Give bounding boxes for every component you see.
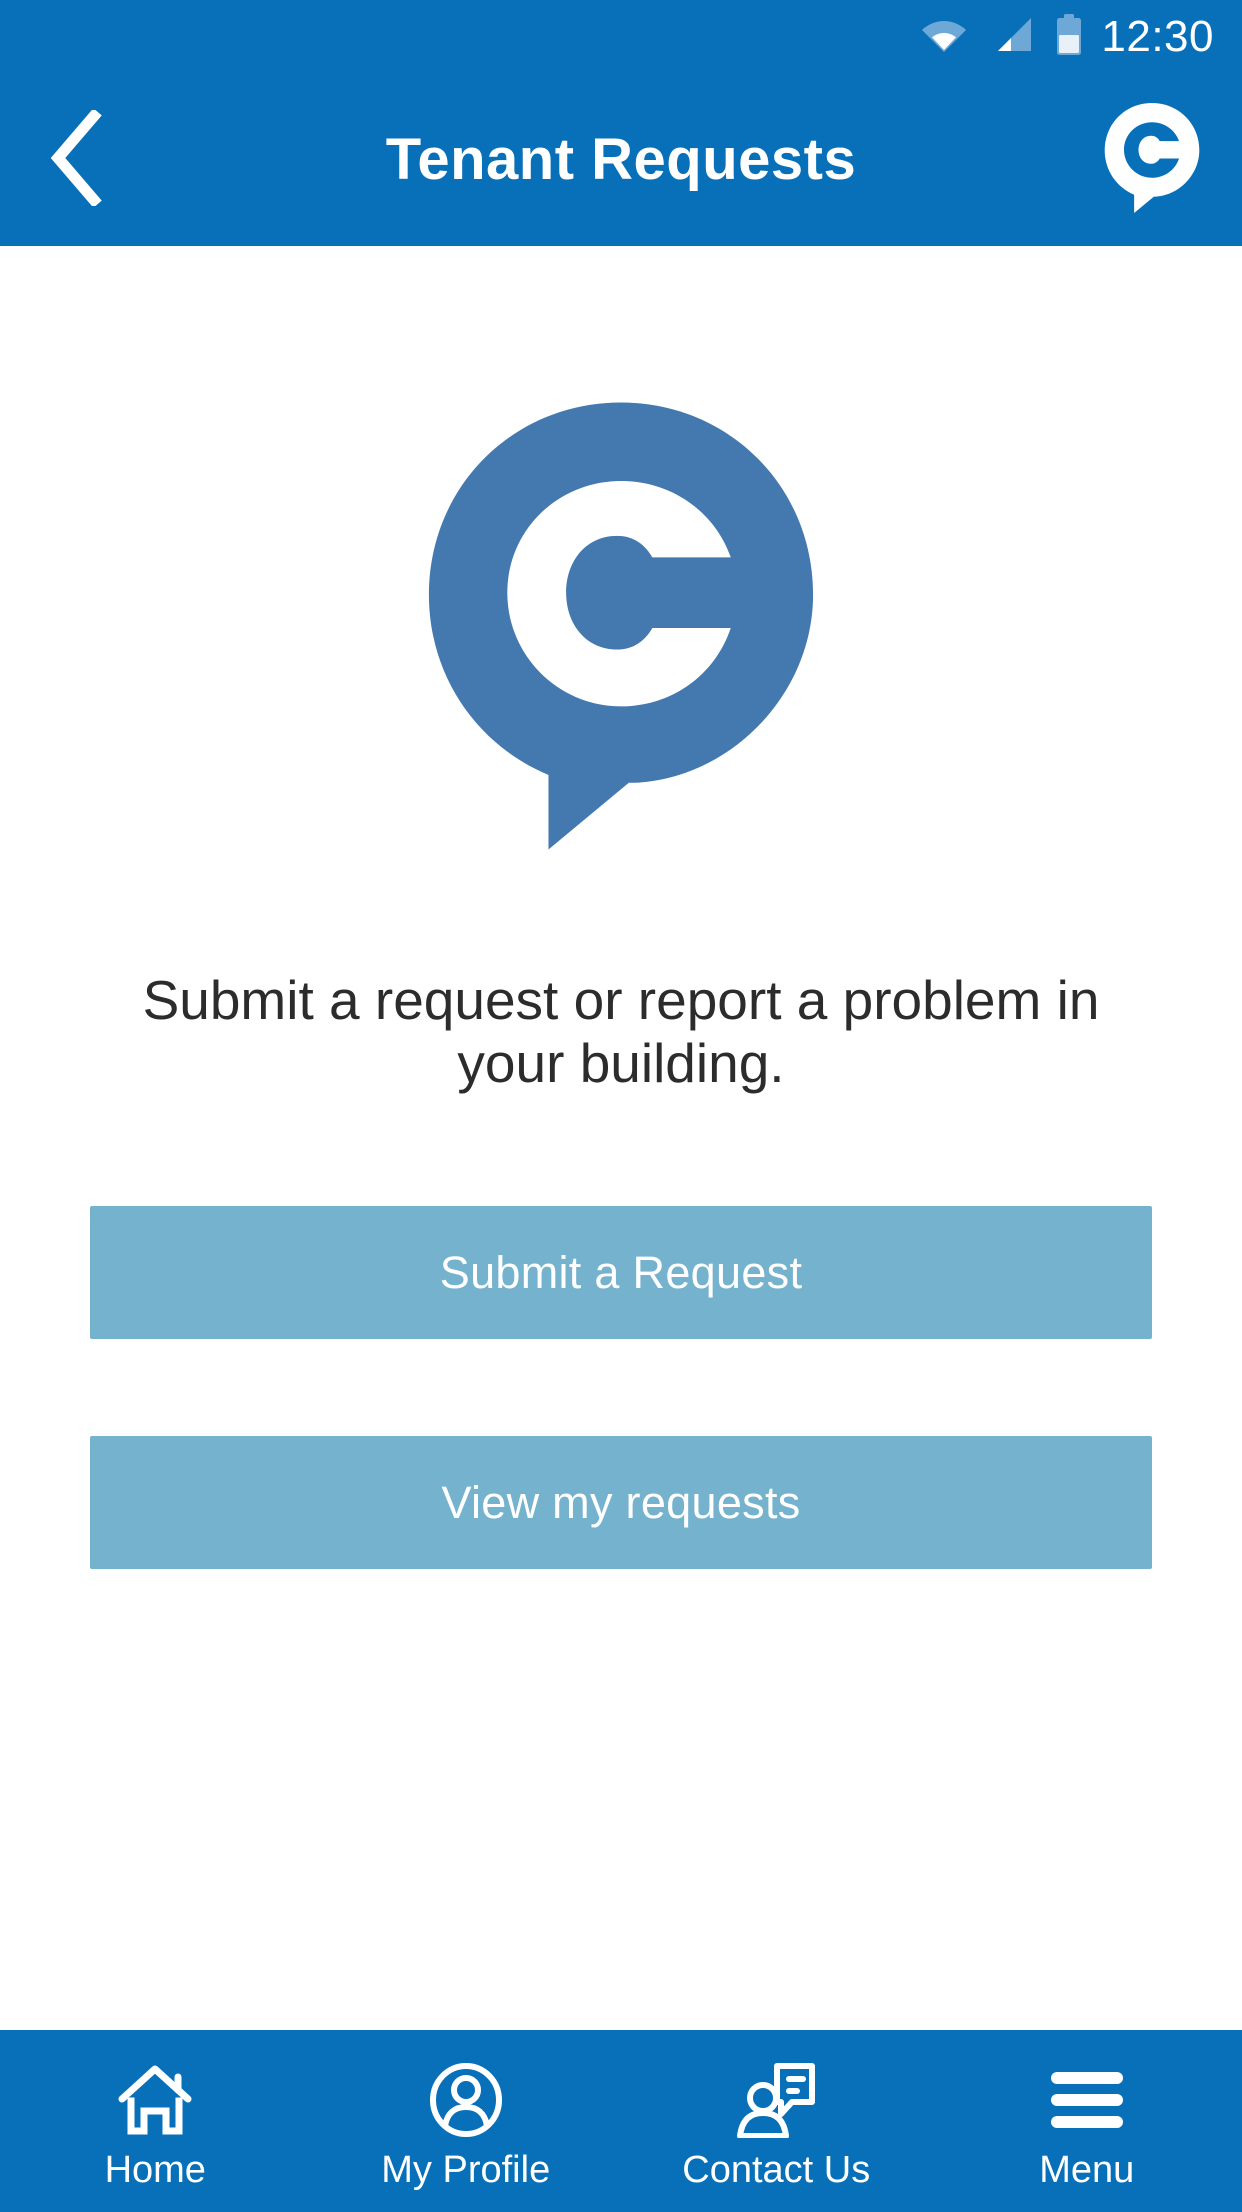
header-logo-button[interactable] [1100, 102, 1204, 219]
chevron-left-icon [46, 107, 108, 211]
page-title: Tenant Requests [385, 127, 857, 192]
person-message-icon [737, 2061, 816, 2139]
nav-item-my-profile[interactable]: My Profile [311, 2030, 622, 2212]
app-logo-icon [425, 391, 817, 861]
view-my-requests-button[interactable]: View my requests [90, 1436, 1152, 1570]
nav-label-menu: Menu [1039, 2149, 1135, 2191]
back-button[interactable] [22, 105, 132, 215]
nav-item-menu[interactable]: Menu [932, 2030, 1242, 2212]
wifi-icon [921, 17, 967, 58]
status-bar-icons [921, 13, 1083, 61]
status-bar: 12:30 [0, 0, 1242, 74]
user-circle-icon [429, 2061, 503, 2139]
nav-label-my-profile: My Profile [381, 2149, 551, 2191]
app-screen: 12:30 Tenant Requests Submit a request o… [0, 0, 1242, 2212]
submit-request-button[interactable]: Submit a Request [90, 1206, 1152, 1340]
tagline-text: Submit a request or report a problem in … [142, 969, 1100, 1094]
cellular-signal-icon [989, 17, 1033, 58]
status-bar-clock: 12:30 [1101, 12, 1214, 61]
action-buttons: Submit a Request View my requests [0, 1206, 1242, 1570]
main-content: Submit a request or report a problem in … [0, 246, 1242, 2030]
nav-item-home[interactable]: Home [0, 2030, 311, 2212]
nav-label-contact-us: Contact Us [682, 2149, 871, 2191]
home-icon [116, 2061, 194, 2139]
app-logo-icon [1102, 102, 1202, 219]
battery-icon [1055, 13, 1083, 61]
app-header: Tenant Requests [0, 74, 1242, 246]
nav-item-contact-us[interactable]: Contact Us [621, 2030, 932, 2212]
nav-label-home: Home [104, 2149, 206, 2191]
hamburger-menu-icon [1048, 2061, 1126, 2139]
bottom-navigation-bar: Home My Profile Contact Us Menu [0, 2030, 1242, 2212]
